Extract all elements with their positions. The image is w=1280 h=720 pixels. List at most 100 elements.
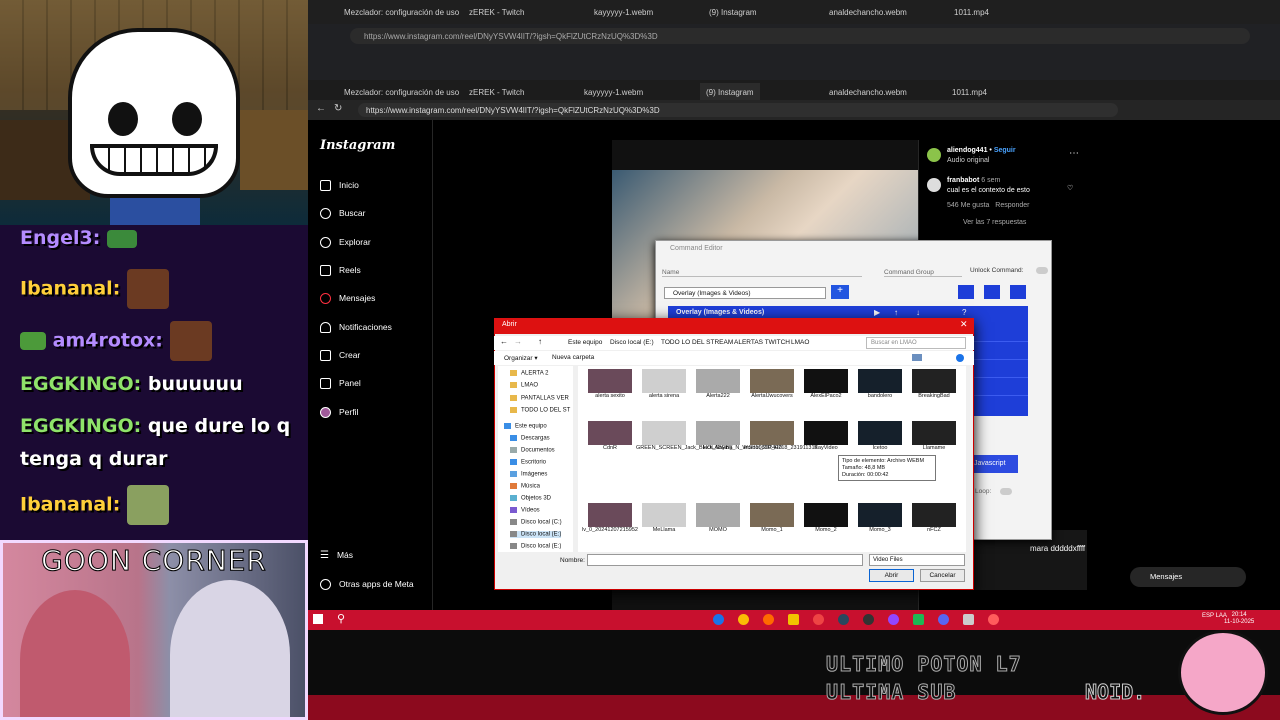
file-name[interactable]: BreakingBad: [906, 393, 962, 400]
tree-item[interactable]: Este equipo: [504, 423, 547, 430]
export-icon[interactable]: [984, 285, 1000, 299]
folder-icon[interactable]: [788, 614, 799, 625]
file-name[interactable]: HOLABEBE: [690, 445, 746, 452]
file-name[interactable]: alerta sexito: [582, 393, 638, 400]
crumb-item[interactable]: Disco local (E:): [610, 339, 654, 346]
app-icon[interactable]: [813, 614, 824, 625]
file-thumbnail[interactable]: [858, 421, 902, 445]
file-thumbnail[interactable]: [912, 421, 956, 445]
file-name[interactable]: alerta sirena: [636, 393, 692, 400]
heart-icon[interactable]: ♡: [1067, 184, 1073, 192]
file-thumbnail[interactable]: [642, 503, 686, 527]
loop-toggle[interactable]: [1000, 488, 1012, 495]
tree-item[interactable]: Escritorio: [510, 459, 546, 466]
url-bar[interactable]: https://www.instagram.com/reel/DNyYSVW4l…: [350, 28, 1250, 44]
reload-icon[interactable]: ↻: [334, 103, 342, 114]
reply-link[interactable]: Responder: [995, 202, 1029, 209]
file-name[interactable]: AlexElPaco2: [798, 393, 854, 400]
obs-icon[interactable]: [863, 614, 874, 625]
organize-button[interactable]: Organizar ▾: [504, 354, 538, 362]
crumb-item[interactable]: LMAO: [791, 339, 809, 346]
back-icon[interactable]: ←: [316, 103, 326, 114]
tab[interactable]: analdechancho.webm: [823, 3, 913, 21]
help-icon[interactable]: [956, 354, 964, 362]
file-name[interactable]: nFCZ: [906, 527, 962, 534]
tree-item[interactable]: PANTALLAS VER: [510, 395, 569, 402]
file-thumbnail[interactable]: [750, 421, 794, 445]
tab[interactable]: 1011.mp4: [946, 83, 993, 101]
effect-row-label[interactable]: Overlay (Images & Videos): [676, 309, 764, 316]
nav-mas[interactable]: ☰ Más: [320, 547, 353, 563]
import-icon[interactable]: [1010, 285, 1026, 299]
clock[interactable]: 20:14 11-10-2025: [1224, 612, 1254, 626]
play-icon[interactable]: ▶: [874, 308, 880, 317]
file-name[interactable]: AlertaUwucovers: [744, 393, 800, 400]
tree-item[interactable]: Descargas: [510, 435, 550, 442]
chrome-icon[interactable]: [738, 614, 749, 625]
nav-meta[interactable]: Otras apps de Meta: [320, 576, 414, 592]
crumb-item[interactable]: TODO LO DEL STREAM: [661, 339, 733, 346]
up-icon[interactable]: ↑: [538, 337, 542, 346]
tree-item[interactable]: LMAO: [510, 382, 538, 389]
back-icon[interactable]: ←: [500, 337, 508, 346]
browser-icon[interactable]: [763, 614, 774, 625]
follow-button[interactable]: Seguir: [994, 147, 1016, 154]
nav-perfil[interactable]: Perfil: [320, 404, 358, 420]
file-thumbnail[interactable]: [642, 369, 686, 393]
nav-inicio[interactable]: Inicio: [320, 177, 359, 193]
discord-icon[interactable]: [938, 614, 949, 625]
add-button[interactable]: +: [831, 285, 849, 299]
tree-item[interactable]: TODO LO DEL ST: [510, 407, 570, 414]
nav-reels[interactable]: Reels: [320, 262, 361, 278]
tab[interactable]: Mezclador: configuración de uso: [338, 3, 465, 21]
instagram-logo[interactable]: Instagram: [320, 138, 395, 153]
search-icon[interactable]: ⚲: [337, 612, 345, 625]
nav-mensajes[interactable]: Mensajes: [320, 290, 375, 306]
tab[interactable]: 1011.mp4: [948, 3, 995, 21]
file-name[interactable]: Icetoo: [852, 445, 908, 452]
url-field[interactable]: https://www.instagram.com/reel/DNyYSVW4l…: [358, 103, 1118, 117]
close-icon[interactable]: ✕: [960, 319, 968, 330]
file-thumbnail[interactable]: [696, 503, 740, 527]
down-arrow-icon[interactable]: ↓: [916, 308, 920, 317]
nav-buscar[interactable]: Buscar: [320, 205, 365, 221]
file-name[interactable]: Momo_1: [744, 527, 800, 534]
group-dropdown[interactable]: Command Group: [884, 269, 962, 277]
messages-pill[interactable]: Mensajes: [1130, 567, 1246, 587]
tree-item[interactable]: Objetos 3D: [510, 495, 551, 502]
comment-user[interactable]: franbabot: [947, 177, 979, 184]
cancel-button[interactable]: Cancelar: [920, 569, 965, 582]
file-thumbnail[interactable]: [750, 503, 794, 527]
nav-crear[interactable]: Crear: [320, 347, 360, 363]
forward-icon[interactable]: →: [514, 337, 522, 346]
file-thumbnail[interactable]: [858, 503, 902, 527]
tree-item[interactable]: ALERTA 2: [510, 370, 548, 377]
tree-item[interactable]: Vídeos: [510, 507, 540, 514]
tree-item[interactable]: Disco local (C:): [510, 519, 562, 526]
nav-notificaciones[interactable]: Notificaciones: [320, 319, 392, 335]
edge-icon[interactable]: [713, 614, 724, 625]
file-thumbnail[interactable]: [588, 369, 632, 393]
audio-label[interactable]: Audio original: [947, 157, 989, 164]
app-icon[interactable]: [963, 614, 974, 625]
search-input[interactable]: Buscar en LMAO: [866, 337, 966, 349]
file-name[interactable]: lv_0_20241207215952: [582, 527, 638, 534]
file-name[interactable]: MeLlama: [636, 527, 692, 534]
file-name[interactable]: CdnR: [582, 445, 638, 452]
app-icon[interactable]: [888, 614, 899, 625]
app-icon[interactable]: [913, 614, 924, 625]
new-folder-button[interactable]: Nueva carpeta: [552, 354, 594, 361]
file-thumbnail[interactable]: [696, 369, 740, 393]
name-field[interactable]: Name: [662, 269, 862, 277]
more-icon[interactable]: ⋯: [1069, 148, 1079, 159]
file-thumbnail[interactable]: [912, 503, 956, 527]
type-select[interactable]: Overlay (Images & Videos): [664, 287, 826, 299]
tab[interactable]: kayyyyy-1.webm: [588, 3, 659, 21]
tree-item[interactable]: Documentos: [510, 447, 555, 454]
file-thumbnail[interactable]: [804, 369, 848, 393]
file-name[interactable]: GREEN_SCREEN_Jack_Black_Saying_N_Word108…: [636, 445, 782, 452]
tab[interactable]: kayyyyy-1.webm: [578, 83, 649, 101]
nav-explorar[interactable]: Explorar: [320, 234, 371, 250]
help-icon[interactable]: ?: [962, 308, 966, 317]
tab[interactable]: zEREK - Twitch: [463, 3, 530, 21]
